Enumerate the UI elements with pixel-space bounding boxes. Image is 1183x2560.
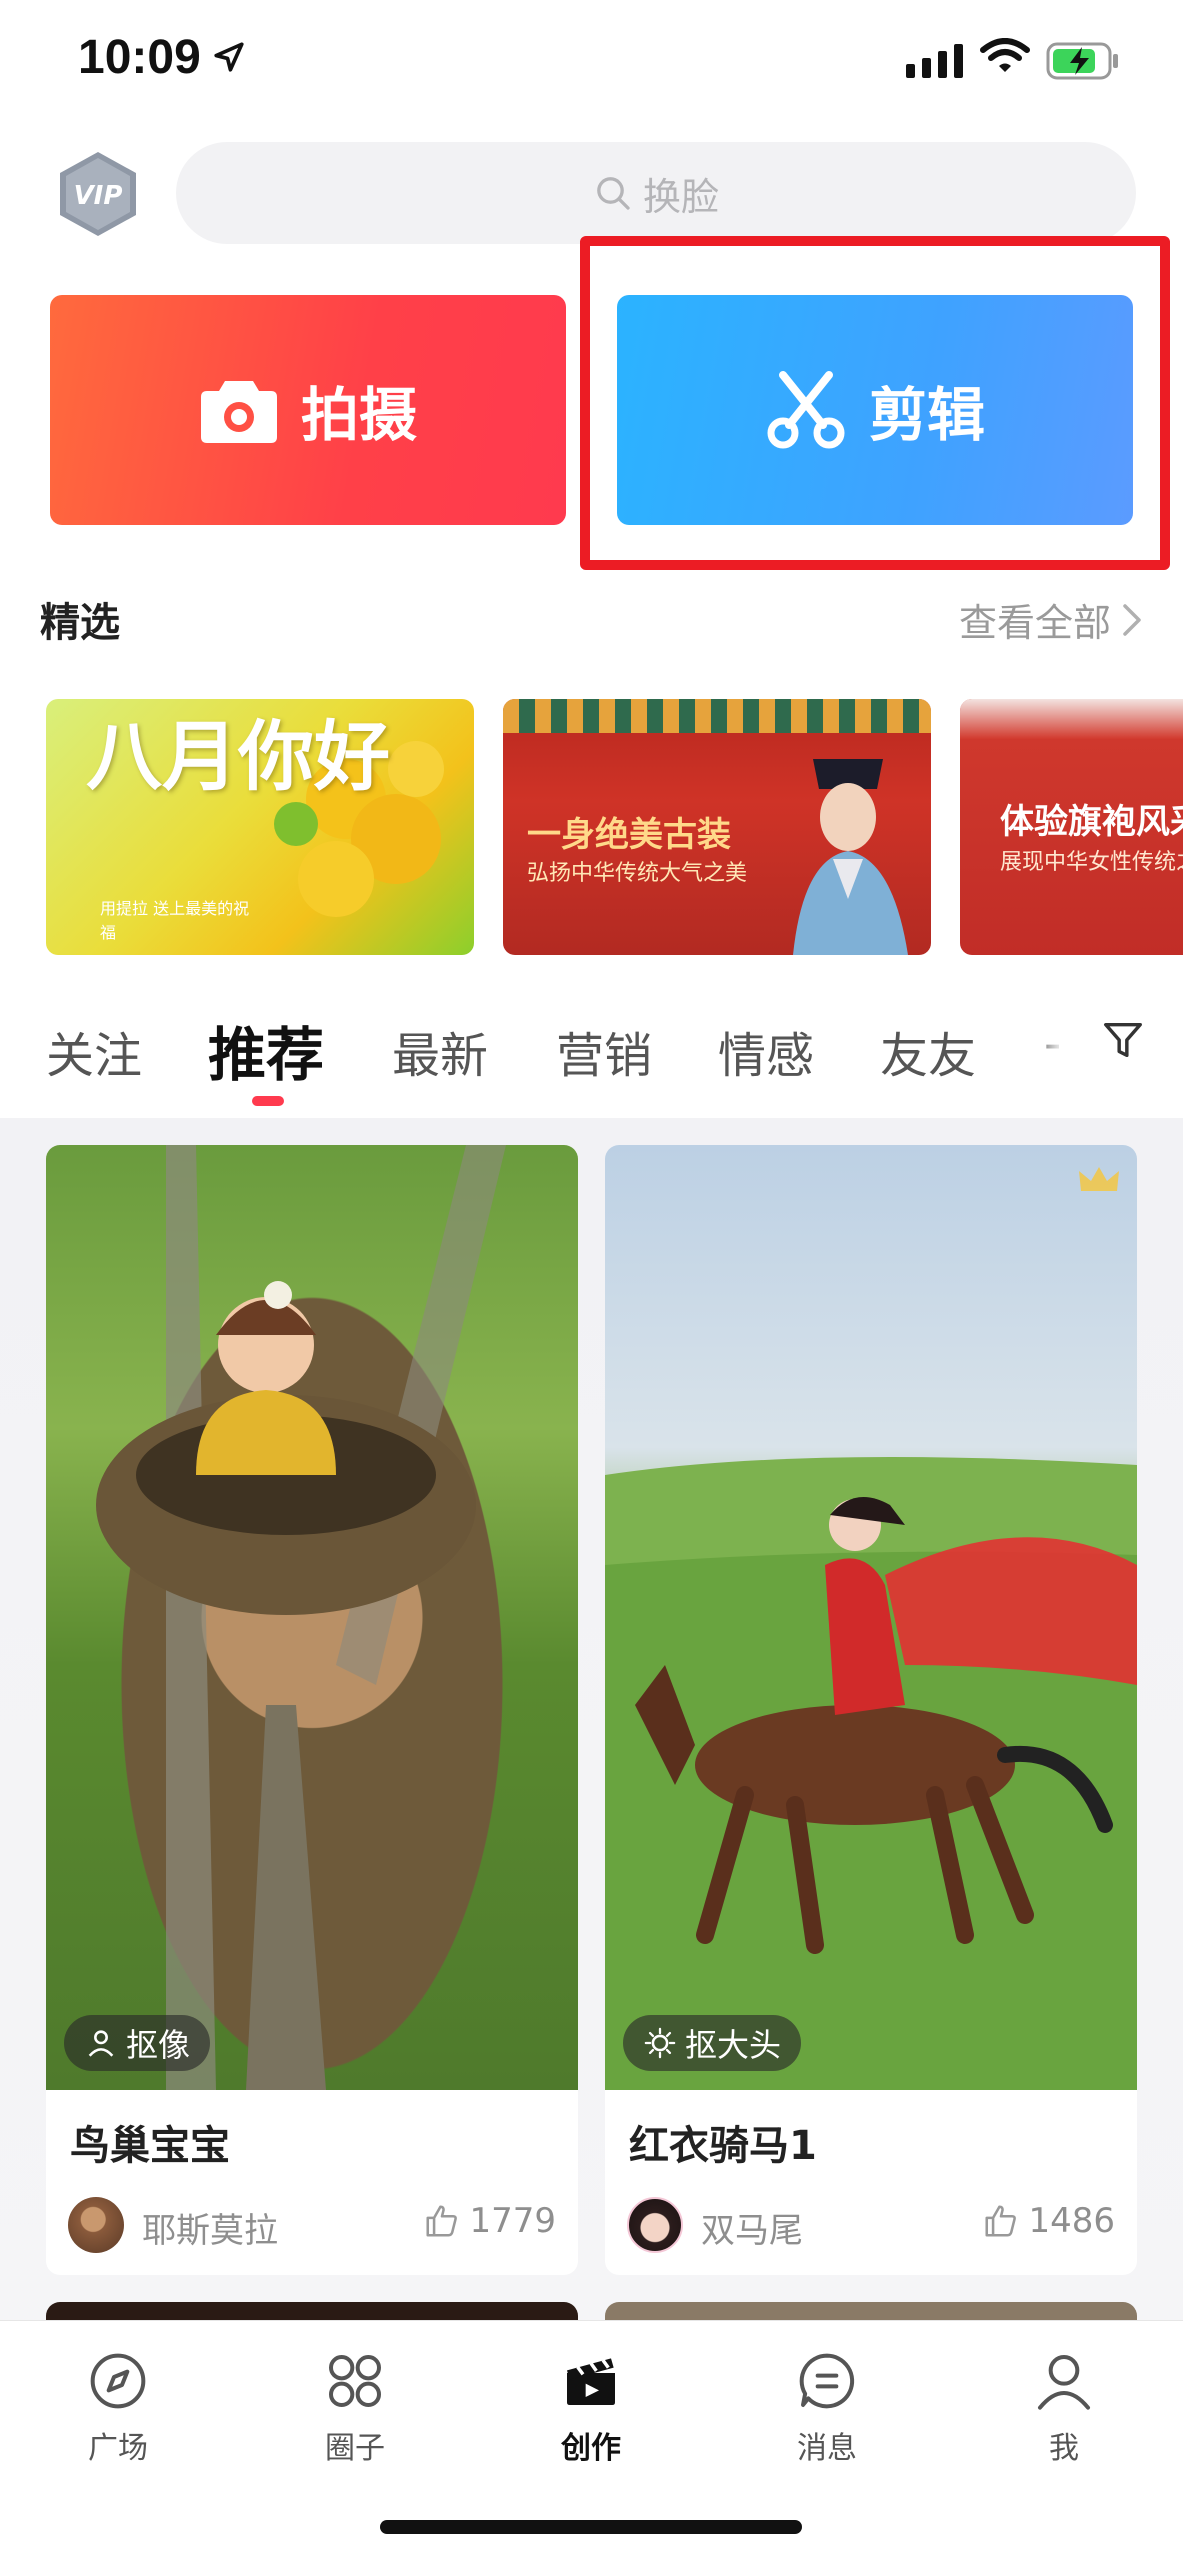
nav-messages-label: 消息 [797, 2431, 857, 2466]
view-all-link[interactable]: 查看全部 [959, 592, 1143, 647]
card-title: 红衣骑马1 [629, 2123, 817, 2169]
card-author[interactable]: 双马尾 [701, 2203, 803, 2252]
card-tag-label: 抠大头 [685, 2026, 782, 2064]
tab-emotion[interactable]: 情感 [718, 1016, 814, 1086]
thumbs-up-icon [426, 2205, 458, 2237]
palace-eaves-decoration [503, 699, 931, 733]
red-rider-illustration [605, 1457, 1137, 2090]
tab-follow[interactable]: 关注 [46, 1016, 142, 1086]
like-count-value: 1779 [469, 2201, 556, 2241]
search-placeholder: 换脸 [642, 174, 719, 219]
person-icon [1038, 2355, 1090, 2410]
camera-icon [200, 381, 277, 443]
baby-in-nest-illustration [96, 1145, 506, 2090]
category-tabs: 关注 推荐 最新 营销 情感 友友 - [0, 990, 1183, 1120]
banner-3-title: 体验旗袍风采 [1000, 802, 1183, 842]
feed-card[interactable]: 抠大头 红衣骑马1 双马尾 1486 [605, 1145, 1137, 2275]
tab-recommended[interactable]: 推荐 [208, 1008, 324, 1092]
status-time: 10:09 [78, 31, 201, 84]
edit-button[interactable]: 剪辑 [617, 295, 1133, 525]
featured-banner-3[interactable]: 体验旗袍风采 展现中华女性传统之美 [960, 699, 1183, 955]
featured-title: 精选 [40, 600, 120, 646]
person-outline-icon [88, 2030, 114, 2057]
chevron-right-icon [1123, 603, 1141, 636]
shoot-button[interactable]: 拍摄 [50, 295, 566, 525]
costume-figure-illustration [793, 759, 908, 955]
search-bar[interactable]: 换脸 [176, 142, 1136, 244]
nav-me[interactable]: 我 [994, 2349, 1134, 2467]
nav-circles-label: 圈子 [325, 2431, 385, 2466]
like-count[interactable]: 1779 [423, 2201, 556, 2241]
card-tag: 抠像 [64, 2015, 211, 2071]
scissors-icon [767, 371, 845, 449]
banner-3-subtitle: 展现中华女性传统之美 [1000, 850, 1183, 875]
compass-icon [90, 2353, 146, 2409]
grid-circles-icon [329, 2355, 381, 2407]
home-indicator[interactable] [380, 2520, 802, 2534]
cellular-signal-icon [906, 44, 963, 78]
search-icon [597, 177, 630, 210]
nav-circles[interactable]: 圈子 [285, 2349, 425, 2467]
sun-face-icon [644, 2027, 676, 2059]
nav-plaza-label: 广场 [88, 2431, 148, 2466]
tab-marketing[interactable]: 营销 [556, 1016, 652, 1086]
filter-button[interactable] [1062, 984, 1183, 1096]
tab-latest[interactable]: 最新 [392, 1016, 488, 1086]
card-tag: 抠大头 [623, 2015, 802, 2071]
tab-overflow[interactable]: - [1044, 1016, 1061, 1072]
featured-banner-2[interactable]: 一身绝美古装 弘扬中华传统大气之美 [503, 699, 931, 955]
nav-plaza[interactable]: 广场 [48, 2349, 188, 2467]
card-thumbnail[interactable]: 抠大头 [605, 1145, 1137, 2090]
banner-1-title: 八月你好 [86, 712, 390, 801]
banner-3-decoration [960, 699, 1183, 739]
vip-badge-icon[interactable]: VIP [54, 150, 142, 238]
nav-create[interactable]: 创作 [521, 2349, 661, 2467]
avatar[interactable] [68, 2197, 124, 2253]
like-count[interactable]: 1486 [982, 2201, 1115, 2241]
banner-2-subtitle: 弘扬中华传统大气之美 [527, 861, 748, 886]
like-count-value: 1486 [1028, 2201, 1115, 2241]
banner-1-subtitle: 用提拉 送上最美的祝福 [100, 899, 250, 942]
nav-messages[interactable]: 消息 [757, 2349, 897, 2467]
featured-banner-1[interactable]: 八月你好 用提拉 送上最美的祝福 [46, 699, 474, 955]
edit-label: 剪辑 [868, 381, 985, 449]
shoot-label: 拍摄 [300, 381, 417, 449]
vip-label: VIP [74, 181, 123, 211]
chat-bubble-icon [799, 2353, 855, 2409]
card-title: 鸟巢宝宝 [70, 2123, 230, 2169]
battery-charging-icon [1046, 42, 1118, 80]
filter-funnel-icon [1103, 1022, 1142, 1058]
card-tag-label: 抠像 [126, 2026, 191, 2064]
thumbs-up-icon [985, 2205, 1017, 2237]
location-arrow-icon [214, 42, 244, 72]
clapperboard-icon [567, 2358, 615, 2405]
avatar[interactable] [627, 2197, 683, 2253]
card-author[interactable]: 耶斯莫拉 [142, 2203, 278, 2252]
banner-2-title: 一身绝美古装 [527, 815, 731, 855]
wifi-icon [980, 38, 1030, 72]
nav-create-label: 创作 [561, 2431, 621, 2466]
crown-icon [1079, 1167, 1119, 1191]
active-tab-indicator [252, 1096, 284, 1106]
card-thumbnail[interactable]: 抠像 [46, 1145, 578, 2090]
view-all-label: 查看全部 [958, 601, 1111, 645]
nav-me-label: 我 [1049, 2431, 1079, 2466]
tab-friends[interactable]: 友友 [880, 1016, 976, 1086]
feed-card[interactable]: 抠像 鸟巢宝宝 耶斯莫拉 1779 [46, 1145, 578, 2275]
